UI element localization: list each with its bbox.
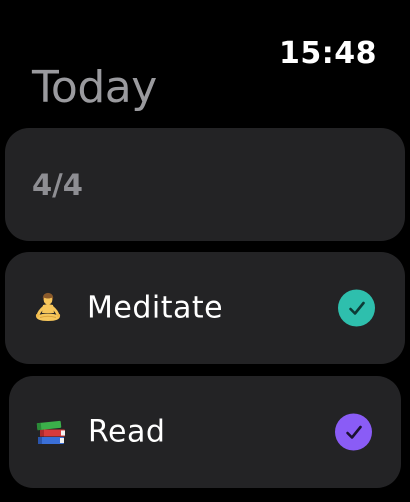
completion-count: 4/4 <box>32 168 83 202</box>
habit-label-meditate: Meditate <box>87 290 224 326</box>
page-title: Today <box>32 62 157 113</box>
habit-item-read[interactable]: Read <box>9 376 401 488</box>
books-icon <box>35 415 69 449</box>
summary-card[interactable]: 4/4 <box>5 128 405 241</box>
habit-label-read: Read <box>88 414 166 450</box>
habit-item-meditate[interactable]: Meditate <box>5 252 405 364</box>
check-icon[interactable] <box>338 289 375 327</box>
check-icon[interactable] <box>335 413 372 451</box>
person-meditating-icon <box>31 291 65 325</box>
status-time: 15:48 <box>279 36 377 71</box>
